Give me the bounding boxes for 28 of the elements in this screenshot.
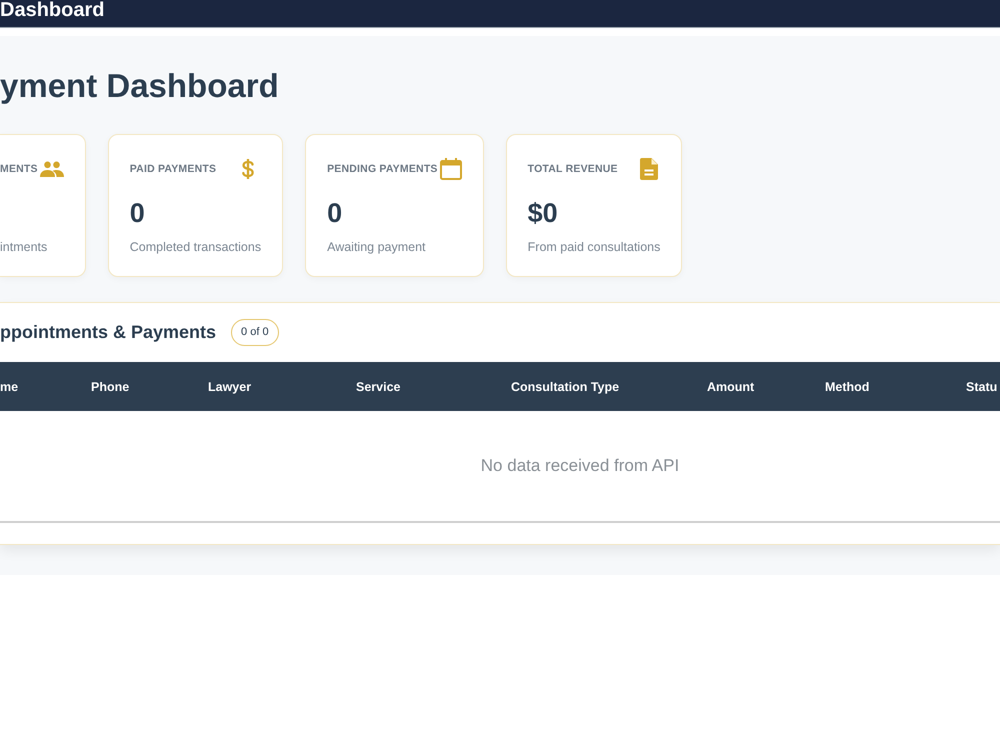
stat-label: TOTAL REVENUE: [528, 163, 618, 175]
navbar-title: Dashboard: [0, 0, 104, 20]
dollar-icon: [241, 159, 256, 179]
document-icon: [640, 158, 658, 180]
empty-message: No data received from API: [480, 456, 680, 476]
stat-subtitle: intments: [0, 239, 48, 255]
column-header: Amount: [707, 380, 756, 394]
stat-label: PENDING PAYMENTS: [327, 163, 438, 175]
stat-value: 0: [130, 198, 145, 228]
stat-subtitle: Completed transactions: [130, 239, 262, 255]
stat-subtitle: From paid consultations: [528, 239, 660, 255]
column-header: me: [0, 380, 20, 394]
stat-value: 0: [327, 198, 342, 228]
stat-label: MENTS: [0, 163, 38, 175]
panel-title: ppointments & Payments: [0, 322, 216, 343]
stat-subtitle: Awaiting payment: [327, 239, 427, 255]
count-badge: 0 of 0: [231, 319, 279, 346]
page-heading: yment Dashboard: [0, 66, 279, 106]
stat-label: PAID PAYMENTS: [130, 163, 216, 175]
column-header: Consultation Type: [511, 380, 620, 394]
stat-value: $0: [528, 198, 558, 228]
column-header: Phone: [91, 380, 130, 394]
column-header: Service: [356, 380, 402, 394]
column-header: Method: [825, 380, 870, 394]
people-icon: [40, 161, 64, 177]
column-header: Statu: [966, 380, 998, 394]
column-header: Lawyer: [208, 380, 252, 394]
calendar-icon: [440, 158, 462, 180]
